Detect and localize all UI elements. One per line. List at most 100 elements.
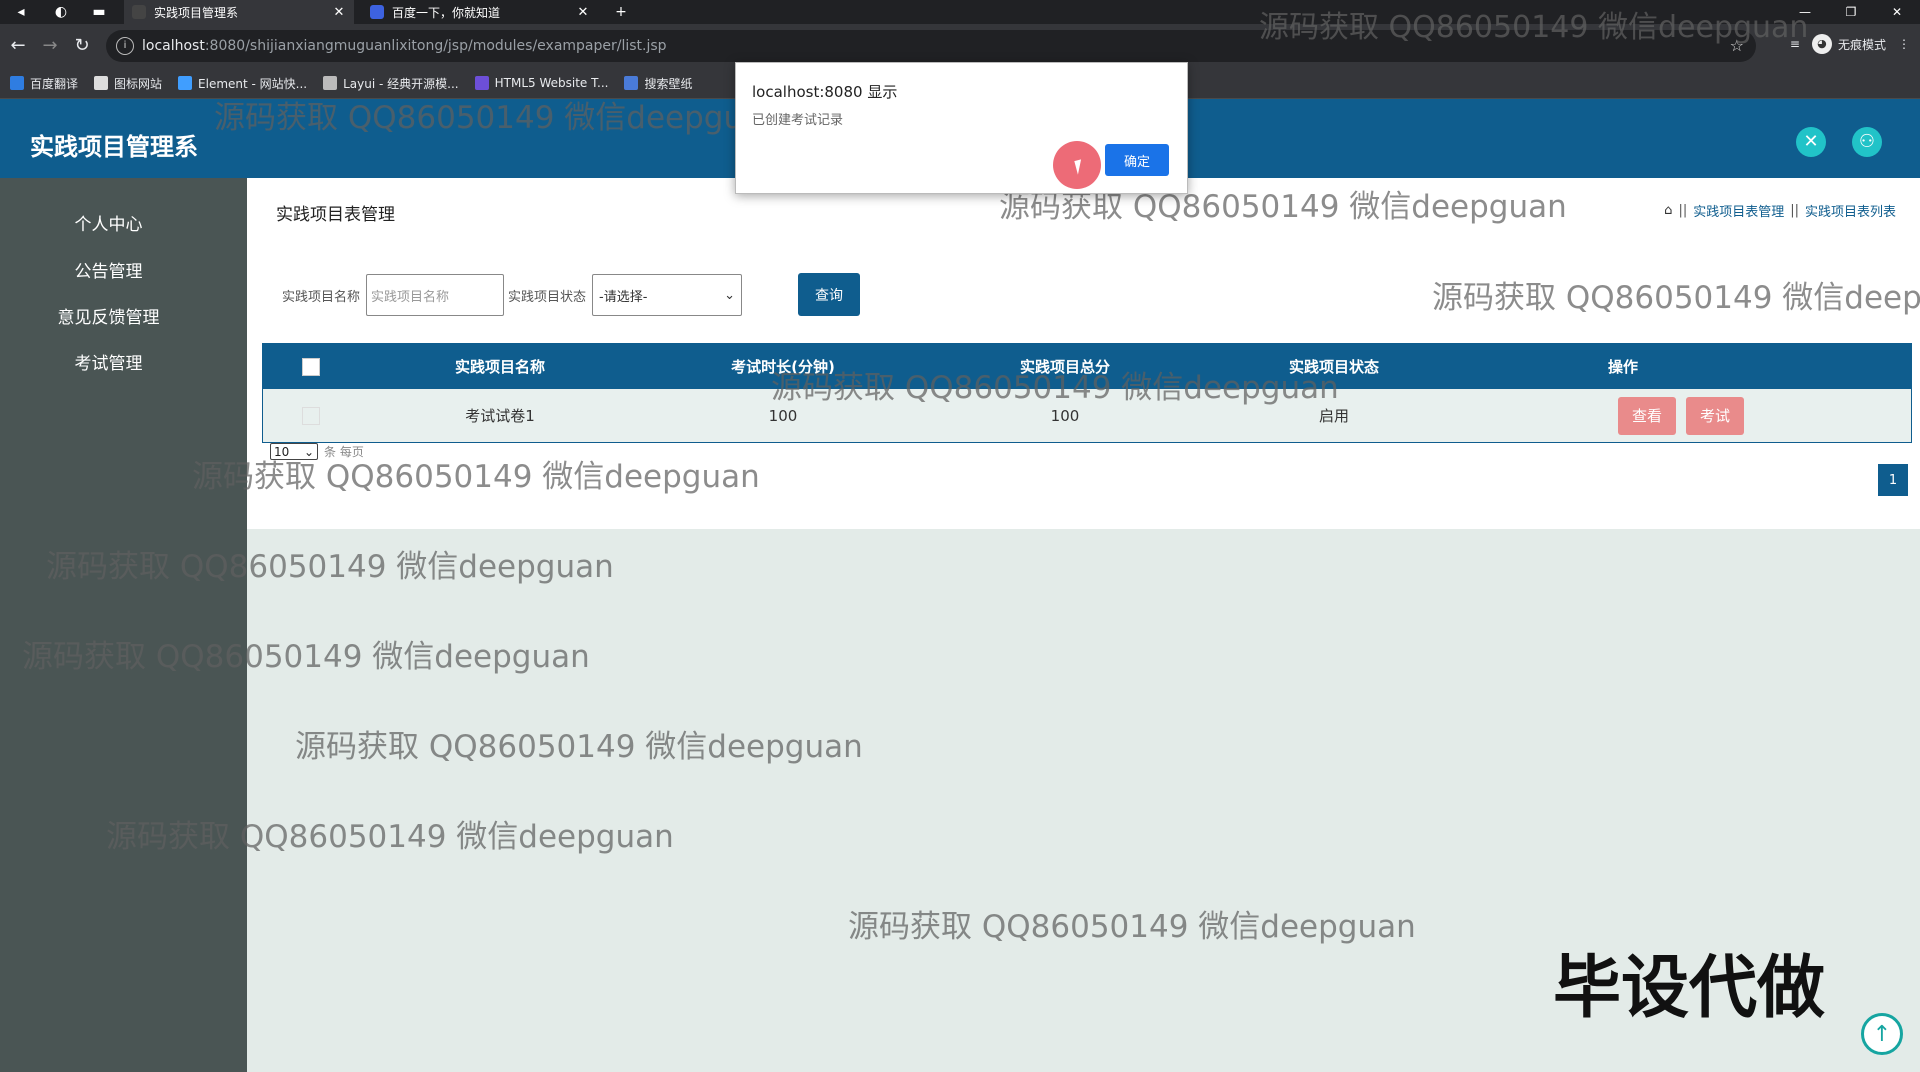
sidebar-item-exam[interactable]: 考试管理 [0, 349, 217, 374]
select-all-checkbox[interactable] [302, 357, 320, 376]
home-icon[interactable]: ⌂ [1664, 203, 1672, 218]
url-path: :8080/shijianxiangmuguanlixitong/jsp/mod… [204, 38, 667, 54]
column-header-label: 操作 [1607, 358, 1638, 376]
close-icon[interactable]: ✕ [576, 5, 590, 20]
back-to-top-icon[interactable]: ↑ [1861, 1013, 1903, 1055]
user-icon[interactable]: ⚇ [1852, 127, 1882, 157]
name-filter-label: 实践项目名称 [282, 289, 361, 305]
back-icon[interactable]: ← [6, 34, 30, 58]
dialog-title: localhost:8080 显示 [752, 83, 898, 101]
sidebar-item-notice[interactable]: 公告管理 [0, 257, 217, 282]
url-host: localhost [142, 38, 205, 54]
sidebar-item-feedback[interactable]: 意见反馈管理 [0, 303, 217, 328]
bookmark-item[interactable]: HTML5 Website T... [474, 76, 609, 90]
column-header: 实践项目名称 [359, 344, 641, 389]
layui-icon [323, 76, 338, 90]
exam-button[interactable]: 考试 [1686, 396, 1745, 435]
watermark: 源码获取 QQ86050149 微信deepguan [848, 909, 1416, 945]
bookmark-label: HTML5 Website T... [494, 76, 609, 90]
sidebar-item-label: 公告管理 [74, 262, 143, 282]
breadcrumb: ⌂ || 实践项目表管理 || 实践项目表列表 [1664, 201, 1896, 220]
row-checkbox[interactable] [302, 406, 320, 425]
tab-active[interactable]: 实践项目管理系 ✕ [124, 0, 354, 24]
chevron-down-icon: ⌄ [724, 287, 736, 303]
action-cell: 查看 考试 [1618, 389, 1745, 442]
sidebar-item-label: 考试管理 [74, 354, 143, 374]
watermark: 源码获取 QQ86050149 微信deepguan [1259, 10, 1809, 45]
speaker-icon[interactable]: ◂ [10, 2, 32, 22]
page-number-label: 1 [1888, 472, 1898, 488]
dialog-ok-label: 确定 [1123, 154, 1150, 170]
view-button[interactable]: 查看 [1618, 396, 1677, 435]
fullscreen-icon[interactable]: ✕ [1796, 127, 1826, 157]
restore-icon[interactable]: ❐ [1828, 5, 1874, 19]
overlay-text: 毕设代做 [1553, 949, 1826, 1028]
window-close-icon[interactable]: ✕ [1874, 5, 1920, 19]
bookmark-label: Element - 网站快... [198, 76, 308, 91]
cell-status: 启用 [1318, 407, 1349, 425]
forward-icon[interactable]: → [38, 34, 62, 58]
query-button[interactable]: 查询 [798, 273, 860, 316]
sidebar-item-label: 个人中心 [74, 215, 143, 235]
select-all-cell [263, 344, 359, 389]
watermark: 源码获取 QQ86050149 微信deepguan [106, 819, 674, 855]
alert-dialog: localhost:8080 显示 已创建考试记录 确定 [735, 62, 1188, 194]
bookmark-item[interactable]: Element - 网站快... [178, 75, 307, 92]
watermark: 源码获取 QQ86050149 微信deepguan [46, 549, 614, 585]
breadcrumb-separator: || [1790, 203, 1799, 218]
html5-icon [474, 76, 489, 90]
tab-baidu[interactable]: 百度一下，你就知道 ✕ [362, 0, 598, 24]
row-select-cell [263, 389, 359, 442]
browser-logo-icon[interactable]: ◐ [50, 2, 72, 22]
info-icon[interactable]: i [116, 37, 134, 55]
window-icon[interactable]: ▬ [88, 2, 110, 22]
bookmark-label: 搜索壁纸 [644, 76, 693, 91]
sidebar-item-profile[interactable]: 个人中心 [0, 210, 217, 235]
wallpaper-icon [624, 76, 639, 90]
bookmark-item[interactable]: 图标网站 [94, 75, 162, 92]
dialog-ok-button[interactable]: 确定 [1105, 144, 1169, 176]
name-search-input[interactable]: 实践项目名称 [366, 274, 505, 316]
bookmark-item[interactable]: Layui - 经典开源模... [323, 75, 459, 92]
status-filter-label: 实践项目状态 [508, 289, 587, 305]
table-cell: 考试试卷1 [359, 389, 641, 442]
cell-score: 100 [1050, 406, 1080, 425]
close-icon[interactable]: ✕ [332, 5, 346, 20]
page-number-button[interactable]: 1 [1878, 464, 1908, 496]
bookmark-item[interactable]: 百度翻译 [10, 75, 78, 92]
status-select[interactable]: -请选择- ⌄ [592, 274, 743, 316]
tab-title: 百度一下，你就知道 [392, 5, 501, 20]
bookmark-item[interactable]: 搜索壁纸 [624, 75, 692, 92]
breadcrumb-item[interactable]: 实践项目表管理 [1693, 201, 1784, 220]
status-selected-value: -请选择- [599, 289, 648, 305]
translate-icon [10, 76, 24, 90]
query-button-label: 查询 [815, 287, 843, 304]
bookmark-label: Layui - 经典开源模... [343, 76, 459, 91]
incognito-indicator[interactable]: ◕ 无痕模式 [1811, 34, 1886, 54]
dialog-message: 已创建考试记录 [752, 113, 844, 128]
exam-button-label: 考试 [1700, 407, 1731, 425]
breadcrumb-item[interactable]: 实践项目表列表 [1805, 201, 1896, 220]
cell-duration: 100 [768, 406, 798, 425]
tab-favicon-icon [132, 5, 146, 19]
column-header-label: 实践项目名称 [454, 358, 545, 376]
watermark: 源码获取 QQ86050149 微信deepguan [214, 100, 782, 136]
watermark: 源码获取 QQ86050149 微信deepguan [22, 639, 590, 675]
watermark: 源码获取 QQ86050149 微信deepguan [295, 729, 863, 765]
menu-kebab-icon[interactable]: ⋮ [1898, 37, 1910, 51]
bookmark-label: 图标网站 [114, 76, 163, 91]
app-brand: 实践项目管理系 [30, 133, 198, 161]
new-tab-icon[interactable]: + [610, 2, 632, 22]
name-search-placeholder: 实践项目名称 [371, 289, 450, 305]
breadcrumb-separator: || [1678, 203, 1688, 218]
bookmark-label: 百度翻译 [30, 76, 79, 91]
watermark: 源码获取 QQ86050149 微信deepguan [1432, 280, 1920, 316]
cell-name: 考试试卷1 [465, 407, 535, 425]
baidu-favicon-icon [370, 5, 384, 19]
sidebar-item-label: 意见反馈管理 [57, 308, 160, 328]
column-header: 操作 [1463, 344, 1783, 389]
reload-icon[interactable]: ↻ [70, 34, 94, 58]
tab-title: 实践项目管理系 [154, 5, 239, 20]
watermark: 源码获取 QQ86050149 微信deepguan [771, 370, 1339, 406]
element-icon [178, 76, 193, 90]
